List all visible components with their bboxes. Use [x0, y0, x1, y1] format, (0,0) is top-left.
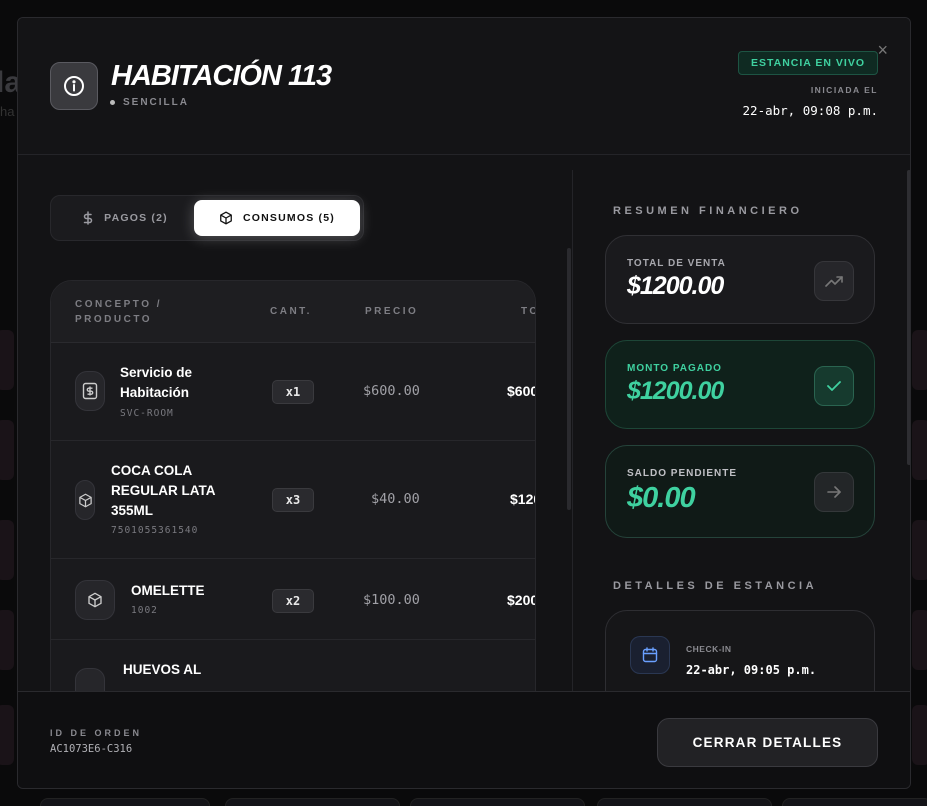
total-sale-value: $1200.00: [627, 272, 724, 300]
modal-footer: ID DE ORDEN AC1073E6-C316 CERRAR DETALLE…: [18, 691, 910, 788]
checkin-value: 22-abr, 09:05 p.m.: [686, 663, 817, 677]
close-icon[interactable]: ×: [877, 40, 888, 61]
background-room-card: [225, 798, 400, 806]
total-sale-label: TOTAL DE VENTA: [627, 258, 726, 269]
amount-paid-card: MONTO PAGADO $1200.00: [605, 340, 875, 429]
tab-bar: PAGOS (2) CONSUMOS (5): [50, 195, 364, 241]
tab-pagos[interactable]: PAGOS (2): [57, 200, 193, 236]
product-name: HUEVOS AL: [123, 662, 202, 677]
modal-header: HABITACIÓN 113 SENCILLA × ESTANCIA EN VI…: [18, 18, 910, 155]
check-icon: [814, 366, 854, 406]
pending-balance-label: SALDO PENDIENTE: [627, 468, 738, 479]
unit-price: $40.00: [371, 491, 420, 507]
box-icon: [75, 668, 105, 691]
box-icon: [220, 211, 232, 225]
info-icon: [50, 62, 98, 110]
dollar-doc-icon: [75, 371, 105, 411]
box-icon: [75, 580, 115, 620]
tab-consumos[interactable]: CONSUMOS (5): [194, 200, 360, 236]
column-header-qty: CANT.: [270, 306, 312, 317]
checkin-label: CHECK-IN: [686, 644, 732, 654]
product-code: 1002: [131, 605, 158, 616]
column-header-concept: CONCEPTO / PRODUCTO: [75, 299, 163, 325]
scrollbar[interactable]: [567, 248, 571, 510]
consumption-table: CONCEPTO / PRODUCTO CANT. PRECIO TOTAL S…: [50, 280, 536, 691]
background-room-card: [0, 420, 14, 480]
product-name: OMELETTE: [131, 583, 205, 598]
amount-paid-value: $1200.00: [627, 377, 724, 405]
background-room-card: [782, 798, 927, 806]
column-header-total: TOTAL: [521, 306, 535, 317]
background-subtitle: ha: [0, 104, 15, 119]
tab-pagos-label: PAGOS (2): [104, 212, 168, 224]
background-room-card: [40, 798, 210, 806]
room-type: SENCILLA: [110, 97, 189, 108]
table-header: CONCEPTO / PRODUCTO CANT. PRECIO TOTAL: [51, 281, 535, 343]
background-room-card: [0, 705, 14, 765]
scrollbar[interactable]: [907, 170, 910, 465]
live-status-badge: ESTANCIA EN VIVO: [737, 51, 878, 75]
pending-balance-value: $0.00: [627, 482, 696, 514]
background-room-card: [0, 330, 14, 390]
trending-up-icon: [814, 261, 854, 301]
column-header-price: PRECIO: [365, 306, 419, 317]
total-sale-card: TOTAL DE VENTA $1200.00: [605, 235, 875, 324]
status-dot: [110, 100, 115, 105]
financial-summary-title: RESUMEN FINANCIERO: [613, 205, 803, 217]
amount-paid-label: MONTO PAGADO: [627, 363, 722, 374]
started-value: 22-abr, 09:08 p.m.: [742, 103, 878, 118]
product-code: 7501055361540: [111, 525, 199, 536]
quantity-badge: x3: [272, 488, 314, 512]
quantity-badge: x1: [272, 380, 314, 404]
dollar-icon: [83, 211, 93, 225]
background-room-card: [912, 610, 927, 670]
box-icon: [75, 480, 95, 520]
unit-price: $100.00: [363, 592, 420, 608]
room-title: HABITACIÓN 113: [111, 60, 332, 92]
room-type-label: SENCILLA: [123, 97, 189, 108]
background-room-card: [912, 520, 927, 580]
table-row[interactable]: HUEVOS AL: [51, 640, 535, 691]
order-id-label: ID DE ORDEN: [50, 728, 143, 738]
stay-details-title: DETALLES DE ESTANCIA: [613, 580, 818, 592]
background-room-card: [0, 520, 14, 580]
line-total: $120.00: [510, 491, 535, 507]
order-id-value: AC1073E6-C316: [50, 743, 133, 755]
line-total: $600.00: [507, 383, 535, 399]
unit-price: $600.00: [363, 383, 420, 399]
background-room-card: [597, 798, 772, 806]
background-room-card: [912, 705, 927, 765]
close-details-button[interactable]: CERRAR DETALLES: [657, 718, 878, 767]
room-details-modal: HABITACIÓN 113 SENCILLA × ESTANCIA EN VI…: [17, 17, 911, 789]
tab-consumos-label: CONSUMOS (5): [243, 212, 335, 224]
product-name: COCA COLA REGULAR LATA 355ML: [111, 463, 216, 518]
calendar-icon: [630, 636, 670, 674]
table-row[interactable]: COCA COLA REGULAR LATA 355ML 7501055361540…: [51, 441, 535, 559]
product-name: Servicio de Habitación: [120, 365, 193, 400]
summary-panel: RESUMEN FINANCIERO TOTAL DE VENTA $1200.…: [572, 170, 910, 691]
details-panel: PAGOS (2) CONSUMOS (5) CONCEPTO / PRODUC…: [18, 155, 573, 691]
checkin-card: CHECK-IN 22-abr, 09:05 p.m.: [605, 610, 875, 691]
started-label: INICIADA EL: [810, 85, 878, 95]
background-room-card: [912, 420, 927, 480]
background-room-card: [410, 798, 585, 806]
line-total: $200.00: [507, 592, 535, 608]
background-room-card: [0, 610, 14, 670]
quantity-badge: x2: [272, 589, 314, 613]
table-row[interactable]: OMELETTE 1002 x2 $100.00 $200.00: [51, 559, 535, 640]
background-room-card: [912, 330, 927, 390]
pending-balance-card: SALDO PENDIENTE $0.00: [605, 445, 875, 538]
product-code: SVC-ROOM: [120, 408, 174, 419]
arrow-right-icon: [814, 472, 854, 512]
table-row[interactable]: Servicio de Habitación SVC-ROOM x1 $600.0…: [51, 343, 535, 441]
